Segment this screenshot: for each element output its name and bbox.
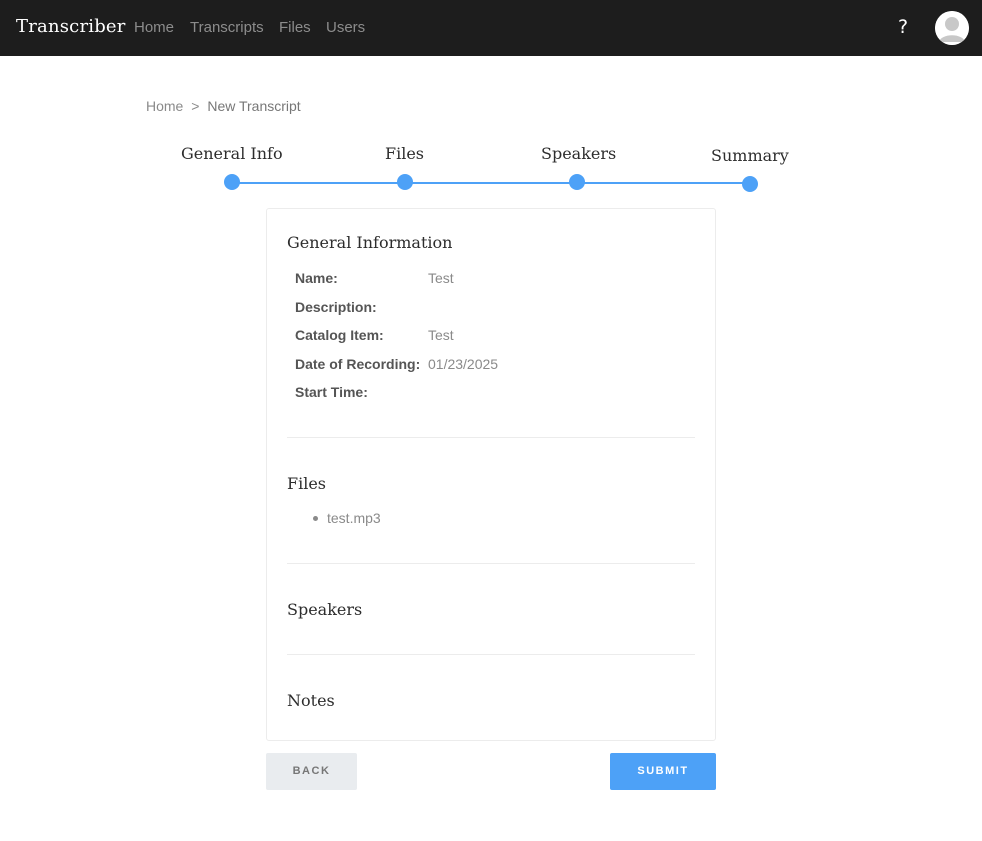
field-label-description: Description: (295, 299, 377, 315)
bullet-icon (313, 516, 318, 521)
speakers-title: Speakers (287, 600, 363, 619)
breadcrumb-current: New Transcript (207, 98, 301, 114)
section-divider (287, 563, 695, 564)
notes-title: Notes (287, 691, 335, 710)
step-dot-general-info[interactable] (224, 174, 240, 190)
field-value-name: Test (428, 270, 454, 286)
step-dot-summary[interactable] (742, 176, 758, 192)
stepper-track (232, 182, 750, 184)
section-divider (287, 654, 695, 655)
step-dot-speakers[interactable] (569, 174, 585, 190)
file-list-item: test.mp3 (313, 510, 381, 526)
file-list: test.mp3 (313, 510, 381, 526)
step-label-summary[interactable]: Summary (711, 146, 789, 165)
back-button[interactable]: BACK (266, 753, 357, 790)
top-navbar: Transcriber Home Transcripts Files Users… (0, 0, 982, 56)
nav-home[interactable]: Home (134, 19, 174, 36)
summary-card: General Information Name: Test Descripti… (266, 208, 716, 741)
step-label-speakers[interactable]: Speakers (541, 144, 616, 163)
nav-files[interactable]: Files (279, 19, 311, 36)
breadcrumb-home[interactable]: Home (146, 98, 183, 114)
nav-transcripts[interactable]: Transcripts (190, 19, 264, 36)
field-label-name: Name: (295, 270, 338, 286)
nav-users[interactable]: Users (326, 19, 365, 36)
files-title: Files (287, 474, 327, 493)
step-label-general-info[interactable]: General Info (181, 144, 283, 163)
general-info-title: General Information (287, 233, 453, 252)
brand-logo[interactable]: Transcriber (16, 16, 126, 37)
help-icon[interactable]: ? (898, 16, 908, 38)
field-label-start-time: Start Time: (295, 384, 368, 400)
field-value-date-of-recording: 01/23/2025 (428, 356, 499, 372)
user-avatar-icon[interactable] (935, 11, 969, 45)
step-label-files[interactable]: Files (385, 144, 424, 163)
field-value-catalog-item: Test (428, 327, 454, 343)
field-label-catalog-item: Catalog Item: (295, 327, 384, 343)
field-label-date-of-recording: Date of Recording: (295, 356, 421, 372)
file-name: test.mp3 (327, 510, 381, 526)
section-divider (287, 437, 695, 438)
breadcrumb-separator: > (191, 98, 200, 114)
step-dot-files[interactable] (397, 174, 413, 190)
submit-button[interactable]: SUBMIT (610, 753, 716, 790)
breadcrumb: Home > New Transcript (146, 98, 301, 114)
